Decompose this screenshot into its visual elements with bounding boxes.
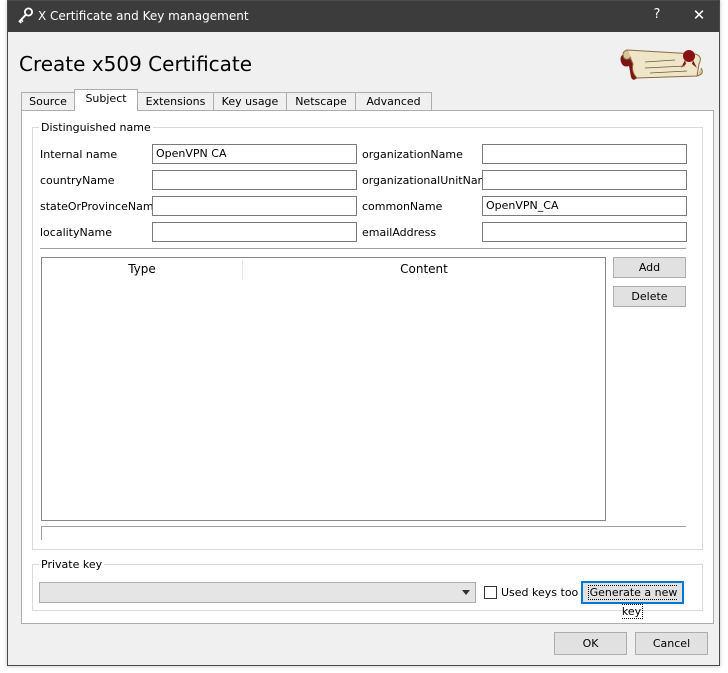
generate-new-key-button[interactable]: Generate a new key (581, 581, 684, 619)
tab-extensions[interactable]: Extensions (137, 92, 214, 110)
country-name-field[interactable] (152, 170, 357, 190)
cancel-button[interactable]: Cancel (635, 632, 708, 655)
used-keys-too-checkbox[interactable] (484, 586, 497, 599)
ok-button[interactable]: OK (554, 632, 627, 655)
column-header-content[interactable]: Content (243, 258, 605, 280)
email-address-field[interactable] (482, 222, 687, 242)
locality-name-field[interactable] (152, 222, 357, 242)
divider (41, 526, 686, 527)
tab-source[interactable]: Source (21, 92, 75, 110)
title-bar: X Certificate and Key management ? ✕ (8, 1, 719, 32)
tab-subject[interactable]: Subject (74, 89, 138, 111)
state-or-province-name-label: stateOrProvinceName (40, 200, 161, 213)
generate-new-key-label: Generate a new key (587, 585, 678, 619)
tab-key-usage[interactable]: Key usage (213, 92, 287, 110)
private-key-title: Private key (39, 558, 105, 571)
email-address-label: emailAddress (362, 226, 437, 239)
organizational-unit-name-field[interactable] (482, 170, 687, 190)
private-key-group: Private key Used keys too Generate a new… (32, 558, 703, 619)
divider (41, 526, 42, 540)
delete-button[interactable]: Delete (613, 286, 686, 307)
column-header-type[interactable]: Type (42, 258, 242, 280)
dialog-window: X Certificate and Key management ? ✕ Cre… (7, 0, 720, 666)
distinguished-name-group: Distinguished name Internal name OpenVPN… (32, 121, 703, 550)
used-keys-too-label[interactable]: Used keys too (501, 586, 578, 599)
internal-name-label: Internal name (40, 148, 118, 161)
certificate-scroll-logo (615, 42, 705, 87)
dropdown-arrow-icon (462, 590, 470, 595)
locality-name-label: localityName (40, 226, 112, 239)
divider (40, 248, 686, 249)
state-or-province-name-field[interactable] (152, 196, 357, 216)
country-name-label: countryName (40, 174, 115, 187)
organization-name-label: organizationName (362, 148, 463, 161)
common-name-field[interactable]: OpenVPN_CA (482, 196, 687, 216)
window-title: X Certificate and Key management (38, 9, 249, 23)
subject-tab-panel: Distinguished name Internal name OpenVPN… (21, 110, 714, 624)
tab-advanced[interactable]: Advanced (355, 92, 432, 110)
add-button[interactable]: Add (613, 257, 686, 278)
help-button[interactable]: ? (648, 7, 666, 25)
distinguished-name-title: Distinguished name (39, 121, 153, 134)
private-key-select[interactable] (39, 582, 476, 603)
internal-name-field[interactable]: OpenVPN CA (152, 144, 357, 164)
organizational-unit-name-label: organizationalUnitName (362, 174, 496, 187)
key-icon (16, 7, 34, 28)
tab-netscape[interactable]: Netscape (286, 92, 356, 110)
close-button[interactable]: ✕ (690, 6, 708, 26)
page-title: Create x509 Certificate (19, 52, 253, 76)
subject-entries-table[interactable]: Type Content (41, 257, 606, 521)
common-name-label: commonName (362, 200, 443, 213)
organization-name-field[interactable] (482, 144, 687, 164)
